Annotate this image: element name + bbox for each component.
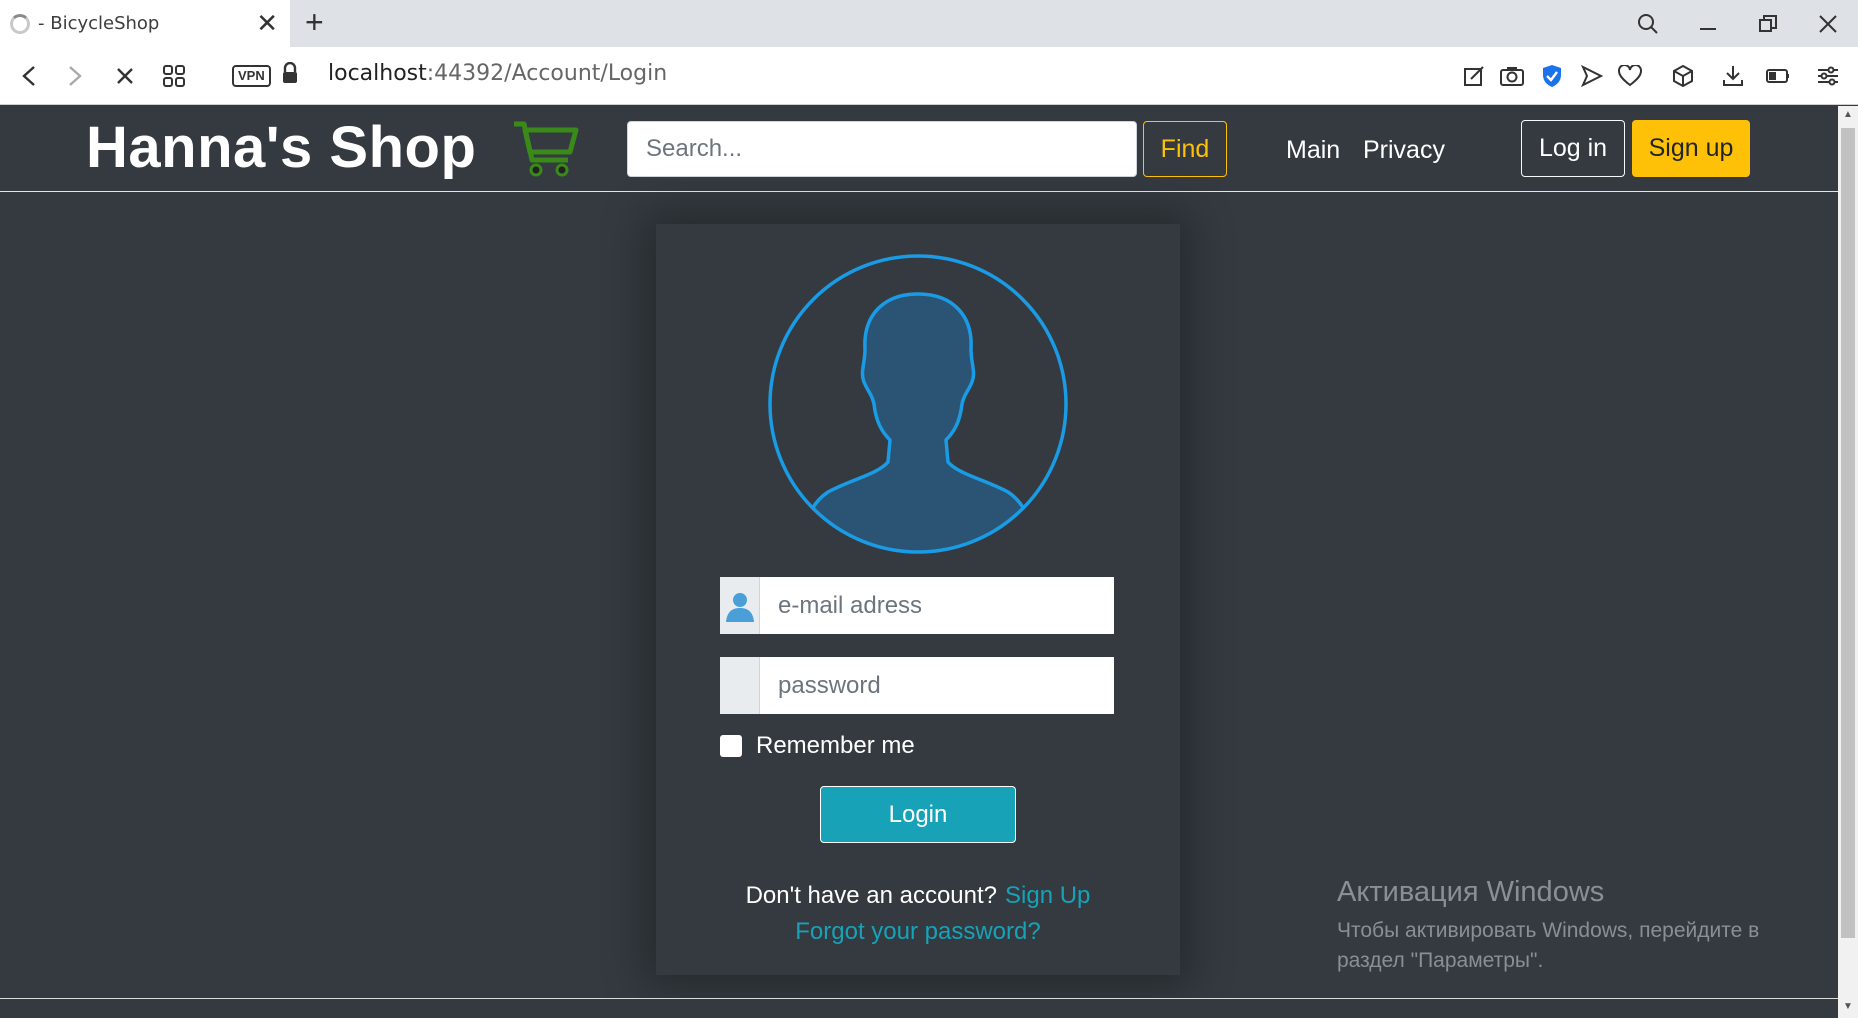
new-tab-icon[interactable]: + — [305, 6, 324, 38]
camera-icon[interactable] — [1497, 61, 1527, 91]
url-field[interactable]: localhost:44392/Account/Login — [328, 61, 667, 86]
scroll-down-icon[interactable]: ▼ — [1838, 998, 1858, 1016]
heart-icon[interactable] — [1615, 61, 1645, 91]
login-card: Remember me Login Don't have an account?… — [656, 224, 1180, 975]
loading-spinner-icon — [10, 13, 30, 34]
login-button[interactable]: Login — [820, 786, 1016, 843]
signup-prompt: Don't have an account? Sign Up — [656, 882, 1180, 910]
stop-loading-icon[interactable] — [108, 60, 142, 92]
battery-icon[interactable] — [1763, 61, 1793, 91]
site-navbar: Hanna's Shop Find Main Privacy Log in Si… — [0, 106, 1838, 192]
snapshot-edit-icon[interactable] — [1459, 61, 1489, 91]
address-bar: VPN localhost:44392/Account/Login — [0, 47, 1858, 105]
no-account-text: Don't have an account? — [745, 882, 998, 909]
page-scrollbar[interactable]: ▲ ▼ — [1838, 106, 1858, 1018]
forgot-password-link[interactable]: Forgot your password? — [656, 918, 1180, 946]
sign-up-button[interactable]: Sign up — [1632, 120, 1750, 177]
windows-activation-text: Чтобы активировать Windows, перейдите в … — [1337, 919, 1760, 972]
lock-icon[interactable] — [282, 61, 298, 89]
browser-tab-bar: - BicycleShop ✕ + — [0, 0, 1858, 47]
user-avatar-icon — [768, 254, 1068, 559]
nav-link-privacy[interactable]: Privacy — [1363, 136, 1445, 165]
shield-icon[interactable] — [1537, 61, 1567, 91]
windows-activation-title: Активация Windows — [1337, 876, 1605, 908]
cube-icon[interactable] — [1668, 61, 1698, 91]
password-addon — [720, 657, 760, 714]
minimize-icon[interactable] — [1678, 0, 1738, 47]
easy-setup-icon[interactable] — [1813, 61, 1843, 91]
url-host: localhost — [328, 61, 427, 86]
vpn-badge[interactable]: VPN — [232, 65, 271, 87]
sign-up-link[interactable]: Sign Up — [1005, 882, 1090, 909]
brand-title[interactable]: Hanna's Shop — [86, 114, 476, 181]
restore-icon[interactable] — [1738, 0, 1798, 47]
close-window-icon[interactable] — [1798, 0, 1858, 47]
browser-tab[interactable]: - BicycleShop ✕ — [0, 0, 290, 47]
email-group — [720, 577, 1114, 634]
forward-icon[interactable] — [58, 60, 92, 92]
password-field[interactable] — [760, 657, 1114, 714]
find-button[interactable]: Find — [1143, 121, 1227, 177]
remember-checkbox[interactable] — [720, 735, 742, 757]
remember-label: Remember me — [756, 732, 915, 759]
email-field[interactable] — [760, 577, 1114, 634]
search-input[interactable] — [627, 121, 1137, 177]
close-tab-icon[interactable]: ✕ — [256, 10, 278, 36]
search-tabs-icon[interactable] — [1618, 0, 1678, 47]
scroll-thumb[interactable] — [1841, 128, 1855, 938]
remember-me[interactable]: Remember me — [720, 732, 915, 760]
scroll-up-icon[interactable]: ▲ — [1838, 106, 1858, 124]
user-icon — [720, 577, 760, 634]
speed-dial-icon[interactable] — [157, 60, 191, 92]
url-path: :44392/Account/Login — [426, 61, 668, 86]
nav-link-main[interactable]: Main — [1286, 136, 1340, 165]
back-icon[interactable] — [12, 60, 46, 92]
log-in-button[interactable]: Log in — [1521, 120, 1625, 177]
tab-title: - BicycleShop — [38, 13, 160, 34]
cart-icon[interactable] — [512, 118, 580, 185]
send-icon[interactable] — [1577, 61, 1607, 91]
footer-strip — [0, 998, 1838, 1018]
download-icon[interactable] — [1718, 61, 1748, 91]
password-group — [720, 657, 1114, 714]
